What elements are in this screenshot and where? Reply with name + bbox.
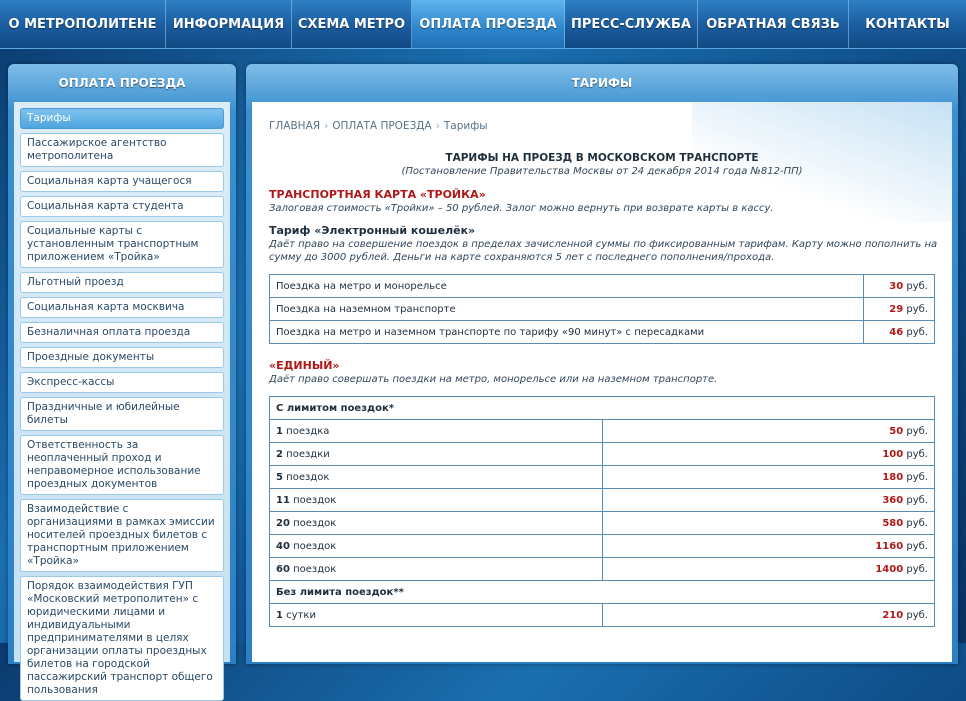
table-cell: 5 поездок — [269, 465, 603, 489]
price-cell: 360 руб. — [602, 488, 935, 512]
price-cell: 100 руб. — [602, 442, 935, 466]
price-cell: 50 руб. — [602, 419, 935, 443]
table-row: 40 поездок 1160 руб. — [269, 534, 935, 558]
breadcrumb-home[interactable]: ГЛАВНАЯ — [269, 120, 320, 132]
breadcrumb-separator: › — [324, 120, 329, 132]
wallet-description: Даёт право на совершение поездок в преде… — [269, 239, 938, 263]
wallet-tariff-table: Поездка на метро и монорельсе 30 руб. По… — [269, 274, 935, 344]
sidebar-item-student-pupil-card[interactable]: Социальная карта учащегося — [20, 171, 224, 192]
table-row: Поездка на метро и наземном транспорте п… — [269, 320, 935, 344]
price-cell: 580 руб. — [602, 511, 935, 535]
main-title: ТАРИФЫ — [571, 76, 633, 90]
table-cell: Поездка на наземном транспорте — [269, 297, 864, 321]
nav-press-service[interactable]: ПРЕСС-СЛУЖБА — [565, 0, 698, 48]
breadcrumb: ГЛАВНАЯ › ОПЛАТА ПРОЕЗДА › Тарифы — [269, 120, 488, 132]
table-cell: 2 поездки — [269, 442, 603, 466]
table-cell: Поездка на метро и монорельсе — [269, 274, 864, 298]
sidebar-item-social-cards-troika[interactable]: Социальные карты с установленным транспо… — [20, 221, 224, 268]
price-cell: 30 руб. — [863, 274, 935, 298]
sidebar-title: ОПЛАТА ПРОЕЗДА — [58, 76, 186, 90]
table-cell: 20 поездок — [269, 511, 603, 535]
table-row: Без лимита поездок** — [269, 580, 935, 604]
table-section-header: Без лимита поездок** — [269, 580, 935, 604]
table-cell: Поездка на метро и наземном транспорте п… — [269, 320, 864, 344]
breadcrumb-separator: › — [435, 120, 440, 132]
sidebar: ОПЛАТА ПРОЕЗДА Тарифы Пассажирское агент… — [8, 64, 236, 701]
table-cell: 60 поездок — [269, 557, 603, 581]
sidebar-item-cashless-payment[interactable]: Безналичная оплата проезда — [20, 322, 224, 343]
table-row: 11 поездок 360 руб. — [269, 488, 935, 512]
page-title: ТАРИФЫ НА ПРОЕЗД В МОСКОВСКОМ ТРАНСПОРТЕ — [445, 152, 759, 164]
sidebar-item-passenger-agency[interactable]: Пассажирское агентство метрополитена — [20, 133, 224, 167]
content-area: ГЛАВНАЯ › ОПЛАТА ПРОЕЗДА › Тарифы ТАРИФЫ НА … — [252, 102, 952, 662]
table-row: 60 поездок 1400 руб. — [269, 557, 935, 581]
sidebar-item-holiday-tickets[interactable]: Праздничные и юбилейные билеты — [20, 397, 224, 431]
table-cell: 40 поездок — [269, 534, 603, 558]
price-cell: 1400 руб. — [602, 557, 935, 581]
table-cell: 1 сутки — [269, 603, 603, 627]
wallet-heading: Тариф «Электронный кошелёк» — [269, 224, 476, 237]
table-row: 1 сутки 210 руб. — [269, 603, 935, 627]
nav-feedback[interactable]: ОБРАТНАЯ СВЯЗЬ — [698, 0, 849, 48]
price-cell: 210 руб. — [602, 603, 935, 627]
table-row: 1 поездка 50 руб. — [269, 419, 935, 443]
nav-information[interactable]: ИНФОРМАЦИЯ — [166, 0, 292, 48]
nav-contacts[interactable]: КОНТАКТЫ — [849, 0, 966, 48]
table-cell: 1 поездка — [269, 419, 603, 443]
sidebar-menu: Тарифы Пассажирское агентство метрополит… — [14, 102, 230, 701]
table-row: С лимитом поездок* — [269, 396, 935, 420]
table-row: 20 поездок 580 руб. — [269, 511, 935, 535]
table-section-header: С лимитом поездок* — [269, 396, 935, 420]
breadcrumb-fare-payment[interactable]: ОПЛАТА ПРОЕЗДА — [332, 120, 431, 132]
nav-about-metro[interactable]: О МЕТРОПОЛИТЕНЕ — [0, 0, 166, 48]
sidebar-item-student-card[interactable]: Социальная карта студента — [20, 196, 224, 217]
breadcrumb-current: Тарифы — [443, 120, 488, 132]
price-cell: 46 руб. — [863, 320, 935, 344]
price-cell: 1160 руб. — [602, 534, 935, 558]
table-row: 2 поездки 100 руб. — [269, 442, 935, 466]
table-row: Поездка на наземном транспорте 29 руб. — [269, 297, 935, 321]
sidebar-item-express-ticket-offices[interactable]: Экспресс-кассы — [20, 372, 224, 393]
edinyi-heading: «ЕДИНЫЙ» — [269, 359, 340, 372]
nav-fare-payment[interactable]: ОПЛАТА ПРОЕЗДА — [412, 0, 565, 48]
table-row: Поездка на метро и монорельсе 30 руб. — [269, 274, 935, 298]
edinyi-tariff-table: С лимитом поездок* 1 поездка 50 руб. 2 п… — [269, 396, 935, 627]
sidebar-item-muscovite-card[interactable]: Социальная карта москвича — [20, 297, 224, 318]
price-cell: 180 руб. — [602, 465, 935, 489]
sidebar-item-fare-evasion[interactable]: Ответственность за неоплаченный проход и… — [20, 435, 224, 495]
top-navigation: О МЕТРОПОЛИТЕНЕ ИНФОРМАЦИЯ СХЕМА МЕТРО О… — [0, 0, 966, 49]
table-cell: 11 поездок — [269, 488, 603, 512]
main-panel: ТАРИФЫ ГЛАВНАЯ › ОПЛАТА ПРОЕЗДА › Тарифы ТАР… — [246, 64, 958, 664]
sidebar-item-benefit-travel[interactable]: Льготный проезд — [20, 272, 224, 293]
troika-heading: ТРАНСПОРТНАЯ КАРТА «ТРОЙКА» — [269, 188, 486, 201]
troika-description: Залоговая стоимость «Тройки» – 50 рублей… — [269, 203, 774, 214]
sidebar-item-tariffs[interactable]: Тарифы — [20, 108, 224, 129]
table-row: 5 поездок 180 руб. — [269, 465, 935, 489]
edinyi-description: Даёт право совершать поездки на метро, м… — [269, 374, 718, 385]
nav-metro-map[interactable]: СХЕМА МЕТРО — [292, 0, 412, 48]
sidebar-item-travel-documents[interactable]: Проездные документы — [20, 347, 224, 368]
page-subtitle: (Постановление Правительства Москвы от 2… — [401, 166, 803, 177]
price-cell: 29 руб. — [863, 297, 935, 321]
sidebar-item-legal-entities[interactable]: Порядок взаимодействия ГУП «Московский м… — [20, 576, 224, 701]
sidebar-item-troika-emission[interactable]: Взаимодействие с организациями в рамках … — [20, 499, 224, 572]
